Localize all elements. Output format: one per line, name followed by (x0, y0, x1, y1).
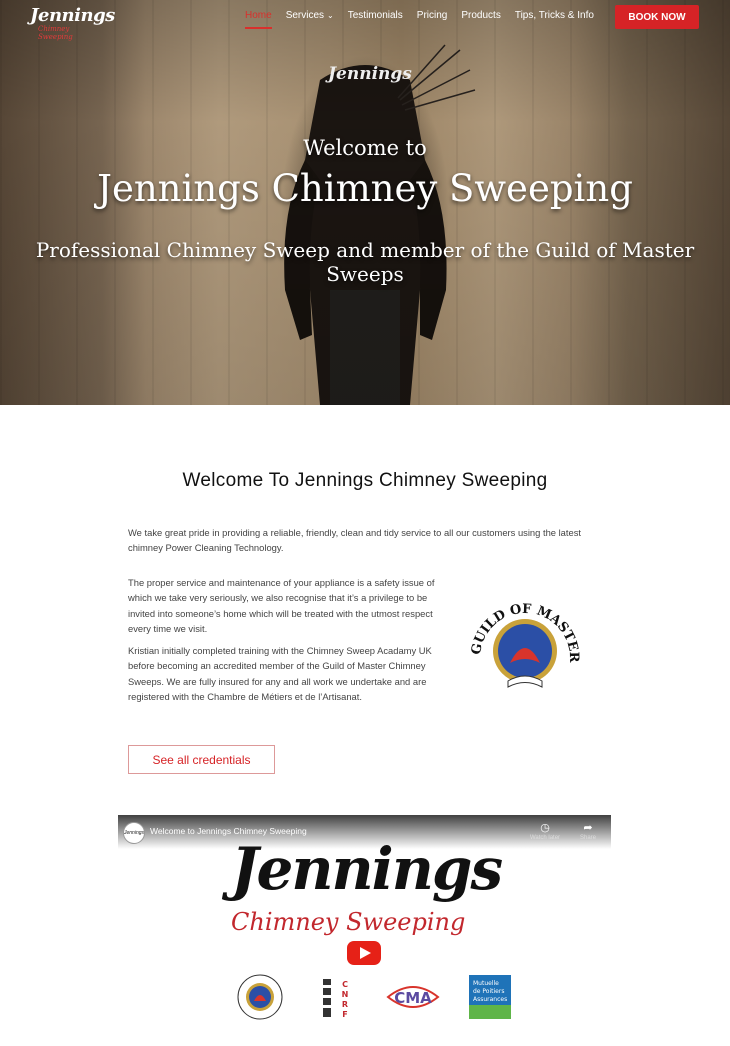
guild-badge (237, 974, 283, 1020)
menu-item-home[interactable]: Home (245, 10, 272, 29)
book-now-button[interactable]: BOOK NOW (615, 5, 699, 29)
menu-item-pricing[interactable]: Pricing (417, 10, 448, 21)
service-paragraph: The proper service and maintenance of yo… (128, 577, 435, 635)
svg-text:C: C (342, 980, 348, 989)
share-icon: ➦ (583, 822, 593, 834)
play-icon[interactable] (347, 941, 381, 965)
menu-item-tips[interactable]: Tips, Tricks & Info (515, 10, 594, 21)
svg-text:CMA: CMA (394, 989, 432, 1007)
menu-item-testimonials[interactable]: Testimonials (348, 10, 403, 21)
video-title-bar: Jennings Welcome to Jennings Chimney Swe… (118, 815, 611, 849)
top-navigation: Jennings Chimney Sweeping Home Services ⌄… (0, 0, 730, 41)
logo-subtext: Chimney Sweeping (38, 25, 73, 41)
site-logo[interactable]: Jennings Chimney Sweeping (30, 5, 115, 41)
watch-later-button[interactable]: ◷ Watch later (528, 821, 562, 841)
youtube-video-embed[interactable]: Jennings Chimney Sweeping C N R F CMA Mu… (118, 815, 611, 1046)
jacket-logo-text: Jennings (328, 64, 412, 84)
svg-text:de Poitiers: de Poitiers (473, 988, 504, 995)
clock-icon: ◷ (540, 822, 550, 834)
jacket-logo: Jennings (328, 64, 412, 104)
channel-avatar[interactable]: Jennings (123, 822, 145, 844)
menu-item-products[interactable]: Products (461, 10, 500, 21)
svg-text:R: R (342, 1000, 348, 1009)
hero-title: Jennings Chimney Sweeping (97, 167, 633, 210)
menu-item-services[interactable]: Services ⌄ (286, 10, 334, 21)
hero-banner: Jennings Welcome to Jennings Chimney Swe… (0, 0, 730, 405)
see-credentials-button[interactable]: See all credentials (128, 745, 275, 774)
guild-master-sweeps-seal: GUILD OF MASTER SWEEPS (460, 583, 581, 688)
intro-paragraph: We take great pride in providing a relia… (128, 527, 582, 554)
share-label: Share (579, 835, 596, 841)
video-logo-subtext: Chimney Sweeping (231, 908, 466, 936)
svg-text:N: N (342, 990, 349, 999)
svg-text:F: F (342, 1010, 347, 1019)
training-paragraph: Kristian initially completed training wi… (128, 645, 432, 703)
menu-item-services-label: Services (285, 10, 325, 21)
svg-text:Mutuelle: Mutuelle (473, 980, 499, 987)
cnrf-badge: C N R F (323, 979, 349, 1019)
hero-welcome: Welcome to (303, 136, 427, 160)
hero-subtitle: Professional Chimney Sweep and member of… (35, 238, 695, 286)
watch-later-label: Watch later (529, 835, 561, 841)
logo-text: Jennings (30, 5, 115, 26)
chevron-down-icon: ⌄ (327, 11, 334, 20)
section-heading: Welcome To Jennings Chimney Sweeping (182, 470, 548, 491)
video-title[interactable]: Welcome to Jennings Chimney Sweeping (150, 826, 307, 836)
svg-text:Assurances: Assurances (473, 996, 507, 1003)
share-button[interactable]: ➦ Share (571, 821, 605, 841)
mutuelle-poitiers-badge: Mutuelle de Poitiers Assurances (469, 975, 511, 1019)
cma-badge: CMA (386, 986, 440, 1008)
main-menu: Home Services ⌄ Testimonials Pricing Prod… (245, 10, 608, 29)
